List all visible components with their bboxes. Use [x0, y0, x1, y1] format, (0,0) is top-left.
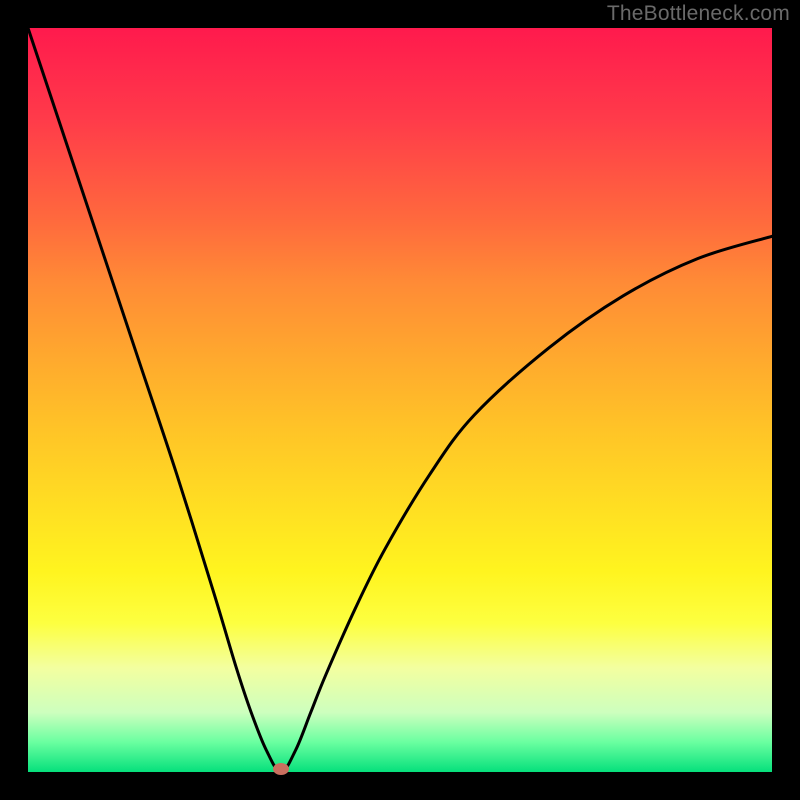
chart-container: TheBottleneck.com: [0, 0, 800, 800]
curve-path: [28, 28, 772, 772]
bottleneck-curve: [28, 28, 772, 772]
watermark-text: TheBottleneck.com: [607, 2, 790, 26]
plot-area: [28, 28, 772, 772]
optimum-marker: [273, 763, 289, 775]
